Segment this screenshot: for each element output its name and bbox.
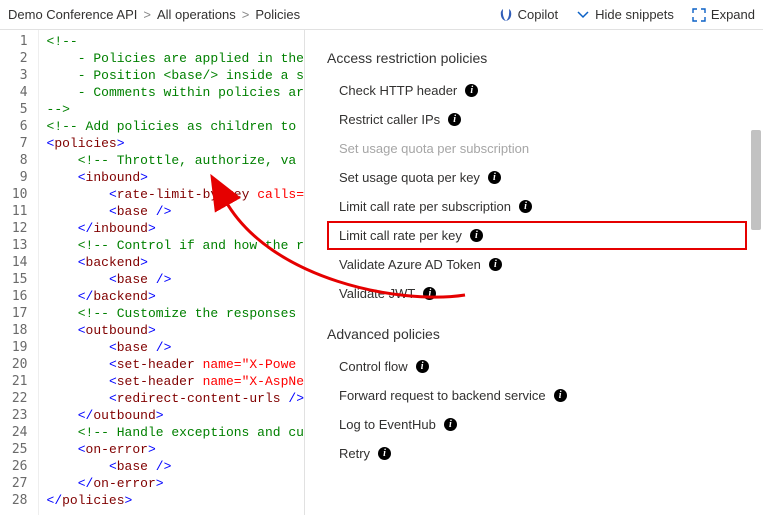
code-line[interactable]: </inbound> — [47, 220, 304, 237]
breadcrumb-sep: > — [143, 7, 151, 22]
policy-item[interactable]: Limit call rate per key i — [327, 221, 747, 250]
code-line[interactable]: <set-header name="X-AspNe — [47, 373, 304, 390]
code-line[interactable]: <base /> — [47, 271, 304, 288]
policy-item[interactable]: Control flow i — [327, 352, 747, 381]
code-line[interactable]: <!-- Handle exceptions and cu — [47, 424, 304, 441]
policy-item[interactable]: Check HTTP header i — [327, 76, 747, 105]
snippets-panel: Access restriction policies Check HTTP h… — [305, 30, 763, 515]
policy-item[interactable]: Set usage quota per key i — [327, 163, 747, 192]
scrollbar-thumb[interactable] — [751, 130, 761, 230]
code-line[interactable]: <base /> — [47, 203, 304, 220]
code-line[interactable]: <!-- Control if and how the r — [47, 237, 304, 254]
code-line[interactable]: </outbound> — [47, 407, 304, 424]
breadcrumb-item[interactable]: All operations — [157, 7, 236, 22]
policy-label: Check HTTP header — [339, 83, 457, 98]
code-line[interactable]: <rate-limit-by-key calls= — [47, 186, 304, 203]
section-title-access: Access restriction policies — [327, 50, 747, 66]
expand-button[interactable]: Expand — [692, 7, 755, 22]
policy-label: Log to EventHub — [339, 417, 436, 432]
policy-item[interactable]: Validate JWT i — [327, 279, 747, 308]
top-bar: Demo Conference API > All operations > P… — [0, 0, 763, 30]
info-icon[interactable]: i — [423, 287, 436, 300]
info-icon[interactable]: i — [448, 113, 461, 126]
policy-item[interactable]: Retryi — [327, 439, 747, 468]
policy-label: Retry — [339, 446, 370, 461]
copilot-label: Copilot — [518, 7, 558, 22]
policy-item: Set usage quota per subscription — [327, 134, 747, 163]
code-line[interactable]: <set-header name="X-Powe — [47, 356, 304, 373]
code-line[interactable]: <base /> — [47, 339, 304, 356]
info-icon[interactable]: i — [488, 171, 501, 184]
policy-label: Restrict caller IPs — [339, 112, 440, 127]
section-title-advanced: Advanced policies — [327, 326, 747, 342]
code-line[interactable]: <!-- Customize the responses — [47, 305, 304, 322]
info-icon[interactable]: i — [444, 418, 457, 431]
policy-label: Validate JWT — [339, 286, 415, 301]
code-line[interactable]: <inbound> — [47, 169, 304, 186]
policy-label: Validate Azure AD Token — [339, 257, 481, 272]
breadcrumb-item[interactable]: Policies — [255, 7, 300, 22]
code-line[interactable]: <redirect-content-urls /> — [47, 390, 304, 407]
code-line[interactable]: <backend> — [47, 254, 304, 271]
info-icon[interactable]: i — [489, 258, 502, 271]
code-line[interactable]: </backend> — [47, 288, 304, 305]
info-icon[interactable]: i — [470, 229, 483, 242]
copilot-icon — [499, 8, 513, 22]
code-line[interactable]: <on-error> — [47, 441, 304, 458]
code-line[interactable]: - Comments within policies ar — [47, 84, 304, 101]
code-area[interactable]: <!-- - Policies are applied in the - Pos… — [39, 30, 304, 515]
code-line[interactable]: - Policies are applied in the — [47, 50, 304, 67]
code-line[interactable]: --> — [47, 101, 304, 118]
code-line[interactable]: <!-- Add policies as children to — [47, 118, 304, 135]
code-line[interactable]: <policies> — [47, 135, 304, 152]
policy-label: Set usage quota per subscription — [339, 141, 529, 156]
code-line[interactable]: - Position <base/> inside a s — [47, 67, 304, 84]
info-icon[interactable]: i — [554, 389, 567, 402]
hide-snippets-button[interactable]: Hide snippets — [576, 7, 674, 22]
policy-list-access: Check HTTP headeriRestrict caller IPsiSe… — [327, 76, 747, 308]
policy-label: Limit call rate per subscription — [339, 199, 511, 214]
code-line[interactable]: </on-error> — [47, 475, 304, 492]
hide-snippets-label: Hide snippets — [595, 7, 674, 22]
code-line[interactable]: <!-- Throttle, authorize, va — [47, 152, 304, 169]
policy-item[interactable]: Forward request to backend service i — [327, 381, 747, 410]
info-icon[interactable]: i — [465, 84, 478, 97]
info-icon[interactable]: i — [416, 360, 429, 373]
code-line[interactable]: </policies> — [47, 492, 304, 509]
breadcrumb-item[interactable]: Demo Conference API — [8, 7, 137, 22]
policy-label: Forward request to backend service — [339, 388, 546, 403]
breadcrumb: Demo Conference API > All operations > P… — [8, 7, 499, 22]
toolbar: Copilot Hide snippets Expand — [499, 7, 755, 22]
policy-item[interactable]: Restrict caller IPs i — [327, 105, 747, 134]
expand-label: Expand — [711, 7, 755, 22]
policy-item[interactable]: Log to EventHub i — [327, 410, 747, 439]
policy-label: Limit call rate per key — [339, 228, 462, 243]
copilot-button[interactable]: Copilot — [499, 7, 558, 22]
policy-label: Set usage quota per key — [339, 170, 480, 185]
code-line[interactable]: <outbound> — [47, 322, 304, 339]
code-line[interactable]: <base /> — [47, 458, 304, 475]
code-editor[interactable]: 1234567891011121314151617181920212223242… — [0, 30, 305, 515]
policy-item[interactable]: Limit call rate per subscription i — [327, 192, 747, 221]
breadcrumb-sep: > — [242, 7, 250, 22]
main: 1234567891011121314151617181920212223242… — [0, 30, 763, 515]
policy-list-advanced: Control flowiForward request to backend … — [327, 352, 747, 468]
line-gutter: 1234567891011121314151617181920212223242… — [0, 30, 39, 515]
expand-icon — [692, 8, 706, 22]
policy-item[interactable]: Validate Azure AD Token i — [327, 250, 747, 279]
info-icon[interactable]: i — [519, 200, 532, 213]
code-line[interactable]: <!-- — [47, 33, 304, 50]
policy-label: Control flow — [339, 359, 408, 374]
chevron-down-icon — [576, 8, 590, 22]
info-icon[interactable]: i — [378, 447, 391, 460]
